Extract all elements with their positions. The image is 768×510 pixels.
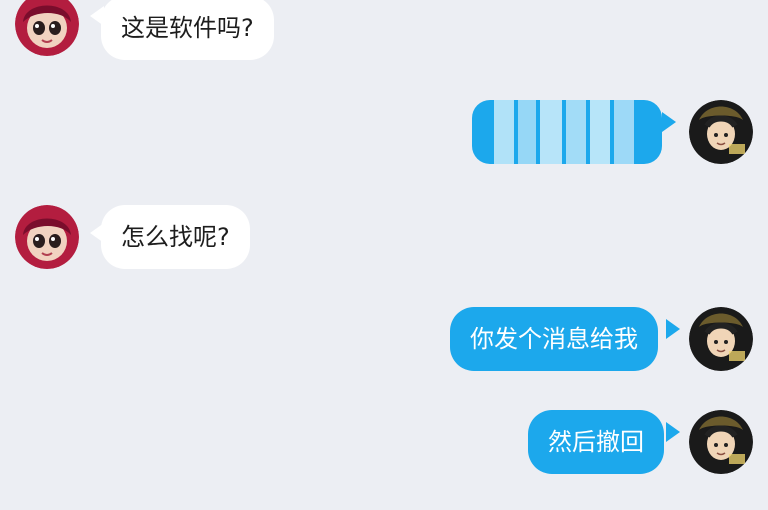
message-row: 你发个消息给我 (0, 307, 768, 377)
male-avatar-icon (689, 410, 753, 474)
message-row: 然后撤回 (0, 410, 768, 480)
female-avatar-icon (15, 205, 79, 269)
blurred-message-bubble[interactable] (472, 100, 662, 164)
contact-avatar[interactable] (15, 205, 79, 269)
message-text: 这是软件吗? (121, 14, 254, 42)
message-text: 怎么找呢? (121, 223, 230, 251)
message-text: 然后撤回 (548, 428, 644, 456)
bubble-tail (666, 422, 680, 442)
message-bubble[interactable]: 怎么找呢? (101, 205, 250, 269)
message-bubble[interactable]: 然后撤回 (528, 410, 664, 474)
message-row: 怎么找呢? (0, 205, 768, 275)
user-avatar[interactable] (689, 410, 753, 474)
user-avatar[interactable] (689, 100, 753, 164)
message-row: 这是软件吗? (0, 0, 768, 70)
bubble-tail (662, 112, 676, 132)
male-avatar-icon (689, 100, 753, 164)
user-avatar[interactable] (689, 307, 753, 371)
bubble-tail (666, 319, 680, 339)
message-text: 你发个消息给我 (470, 325, 638, 353)
message-bubble[interactable]: 你发个消息给我 (450, 307, 658, 371)
male-avatar-icon (689, 307, 753, 371)
contact-avatar[interactable] (15, 0, 79, 56)
message-row (0, 100, 768, 170)
message-bubble[interactable]: 这是软件吗? (101, 0, 274, 60)
female-avatar-icon (15, 0, 79, 56)
